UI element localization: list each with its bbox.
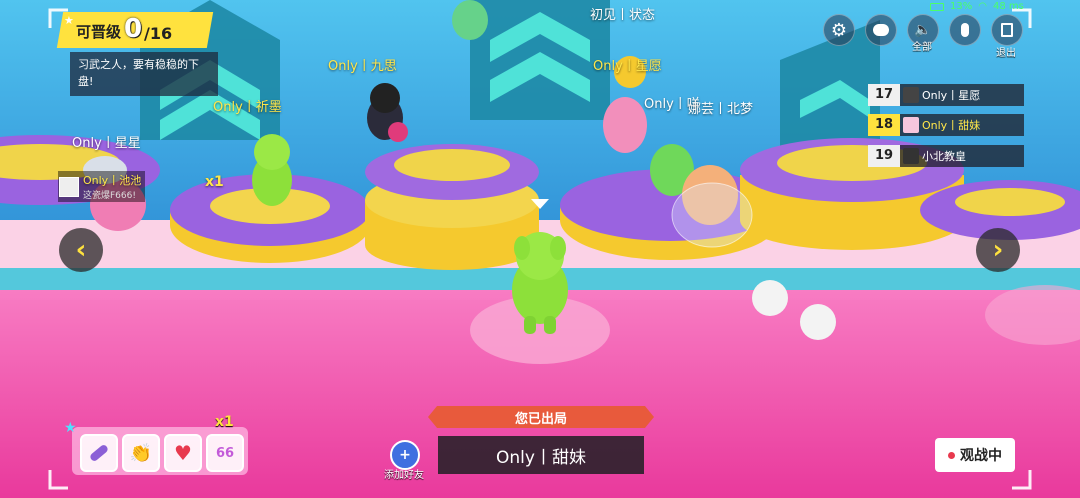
player-tag-card: Only丨池池 这瓷爆F666! [58, 171, 146, 202]
avatar [59, 176, 79, 197]
voice-all-label: 全部 [912, 42, 932, 53]
ping-value: 48 ms [992, 1, 1024, 12]
spectating-button[interactable]: 观战中 [935, 438, 1015, 472]
record-dot-icon [948, 451, 955, 459]
player-tag-subtitle: 这瓷爆F666! [83, 191, 136, 201]
number-sixty-six-icon: 66 [215, 445, 235, 461]
combo-count: x1 [205, 174, 224, 190]
leaderboard-rank: 17 [868, 84, 900, 106]
microphone-button[interactable] [949, 14, 981, 46]
item-slot[interactable]: 66 [206, 434, 244, 472]
leaderboard-name: Only丨甜妹 [922, 119, 981, 132]
leaderboard-name: 小北教皇 [922, 150, 966, 163]
speaker-icon: 🔈 [914, 22, 932, 38]
promotion-current: 0 [124, 14, 143, 44]
exit-door-icon [1001, 23, 1013, 37]
chevron-left-icon: ‹ [75, 235, 87, 265]
heart-icon: ♥ [174, 441, 192, 465]
nameplate-player: Only丨九思 [328, 59, 397, 74]
battery-icon [930, 2, 944, 11]
star-icon: ★ [64, 14, 74, 27]
previous-player-button[interactable]: ‹ [59, 228, 103, 272]
item-slot[interactable]: ♥ [164, 434, 202, 472]
leaderboard-rank: 19 [868, 145, 900, 167]
spectated-player-name: Only丨甜妹 [438, 436, 644, 474]
gear-icon: ⚙ [830, 19, 848, 41]
leaderboard-row: 19 小北教皇 [868, 145, 1024, 167]
nameplate-player: Only丨星愿 [593, 59, 662, 74]
rocket-icon [88, 443, 110, 463]
exit-button[interactable] [991, 14, 1023, 46]
promotion-message: 习武之人，要有稳稳的下盘! [70, 52, 218, 96]
nameplate-player: Only丨星星 [72, 136, 141, 151]
promotion-total: /16 [144, 24, 173, 43]
nameplate-player: 娜芸丨北梦 [688, 102, 754, 117]
promotion-title: 可晋级 [76, 23, 122, 41]
add-friend-label: 添加好友 [384, 470, 424, 481]
add-user-icon: + [399, 447, 411, 463]
exit-label: 退出 [996, 48, 1016, 59]
avatar [903, 117, 919, 133]
item-count: x1 [215, 414, 234, 430]
game-scene: 13% ◠ 48 ms ★ 可晋级 0 /16 习武之人，要有稳稳的下盘! ⚙ … [0, 0, 1080, 498]
battery-level: 13% [950, 1, 973, 12]
spectating-label: 观战中 [960, 448, 1002, 464]
eliminated-banner: 您已出局 [428, 406, 654, 428]
leaderboard-row-highlighted: 18 Only丨甜妹 [868, 114, 1024, 136]
settings-button[interactable]: ⚙ [823, 14, 855, 46]
promotion-panel: ★ 可晋级 0 /16 习武之人，要有稳稳的下盘! [56, 12, 218, 96]
avatar [903, 148, 919, 164]
leaderboard-row: 17 Only丨星愿 [868, 84, 1024, 106]
wifi-icon: ◠ [978, 1, 987, 12]
nameplate-player: Only丨祈墨 [213, 100, 282, 115]
chevron-right-icon: › [992, 235, 1004, 265]
microphone-icon [961, 23, 969, 37]
next-player-button[interactable]: › [976, 228, 1020, 272]
leaderboard-rank: 18 [868, 114, 900, 136]
player-tag-name: Only丨池池 [83, 174, 142, 187]
nameplate-top-center: 初见丨状态 [590, 8, 656, 23]
item-slot[interactable] [80, 434, 118, 472]
avatar [903, 87, 919, 103]
status-bar: 13% ◠ 48 ms [930, 1, 1024, 12]
chat-bubble-icon [873, 24, 889, 36]
item-slot[interactable]: 👏 [122, 434, 160, 472]
clap-icon: 👏 [129, 442, 153, 464]
chat-button[interactable] [865, 14, 897, 46]
leaderboard-name: Only丨星愿 [922, 89, 981, 102]
sparkle-icon: ★ [64, 420, 77, 436]
